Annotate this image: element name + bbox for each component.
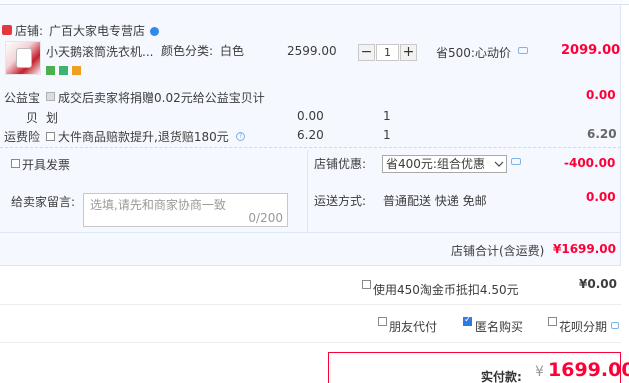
shipping-insurance-qty: 1 [383, 128, 391, 142]
shipping-insurance-subtotal: 6.20 [587, 127, 617, 141]
shipping-insurance-text: 大件商品赔款提升,退货赔180元 [58, 130, 229, 144]
discount-info-icon[interactable] [511, 158, 521, 165]
anonymous-checkbox[interactable] [463, 315, 472, 326]
product-thumbnail[interactable] [5, 41, 41, 75]
credit-card-icon [71, 66, 81, 75]
pay-currency: ¥ [535, 364, 544, 380]
shop-label: 店铺: [15, 24, 44, 38]
wangwang-icon[interactable] [150, 27, 159, 36]
payment-summary-box: 实付款: ¥ 1699.00 [328, 352, 629, 383]
friend-pay-label: 朋友代付 [389, 320, 438, 334]
item-subtotal: 2099.00 [561, 43, 621, 58]
divider [0, 232, 621, 233]
quantity-decrease-button[interactable]: − [358, 44, 375, 61]
product-badges [46, 64, 81, 78]
item-promo-label: 省500:心动价 [436, 46, 511, 60]
message-char-counter: 0/200 [248, 211, 283, 225]
unit-price: 2599.00 [287, 44, 337, 58]
charity-label: 公益宝 [4, 91, 41, 105]
charity-checkbox[interactable] [46, 92, 55, 101]
friend-pay-checkbox[interactable] [378, 317, 387, 326]
divider [0, 342, 621, 343]
shop-discount-label: 店铺优惠: [314, 157, 367, 171]
shop-total-label: 店铺合计(含运费) [451, 244, 545, 258]
divider [0, 265, 621, 266]
sku-value: 白色 [220, 44, 245, 58]
help-icon[interactable]: ? [236, 132, 245, 141]
shipping-insurance-checkbox[interactable] [46, 132, 55, 141]
seven-day-return-icon [46, 66, 55, 75]
charity-label-cont: 贝 [26, 111, 39, 125]
delivery-fee: 0.00 [586, 190, 616, 204]
huabei-label: 花呗分期 [559, 320, 608, 334]
guarantee-icon [58, 66, 68, 75]
column-divider [307, 150, 308, 232]
shop-name-link[interactable]: 广百大家电专营店 [49, 22, 145, 39]
anonymous-label: 匿名购买 [475, 320, 524, 334]
product-title-link[interactable]: 小天鹅滚筒洗衣机... [46, 43, 153, 60]
huabei-checkbox[interactable] [548, 317, 557, 326]
message-label: 给卖家留言: [11, 195, 76, 209]
shop-icon [2, 25, 12, 35]
pay-amount: 1699.00 [548, 359, 629, 381]
charity-qty: 1 [383, 109, 391, 123]
charity-text-cont: 划 [46, 111, 59, 125]
sku-label: 颜色分类: [161, 44, 214, 58]
pay-label: 实付款: [481, 370, 522, 383]
coins-label: 使用450淘金币抵扣4.50元 [373, 283, 519, 297]
invoice-label: 开具发票 [22, 158, 71, 172]
delivery-method: 普通配送 快递 免邮 [383, 194, 487, 208]
invoice-checkbox[interactable] [11, 159, 20, 168]
shipping-insurance-label: 运费险 [4, 130, 41, 144]
divider [0, 304, 621, 305]
shop-discount-select[interactable]: 省400元:组合优惠 [382, 155, 507, 173]
coins-amount: ¥0.00 [579, 277, 617, 291]
quantity-increase-button[interactable]: + [400, 44, 417, 61]
quantity-input[interactable]: 1 [376, 44, 399, 61]
delivery-label: 运送方式: [314, 194, 367, 208]
chevron-down-icon [494, 161, 504, 167]
charity-text: 成交后卖家将捐赠0.02元给公益宝贝计 [58, 91, 265, 105]
shipping-insurance-price: 6.20 [297, 128, 324, 142]
huabei-info-icon[interactable] [611, 322, 619, 329]
shop-discount-amount: -400.00 [564, 156, 616, 170]
shop-total-amount: ¥1699.00 [553, 242, 617, 256]
promo-info-icon[interactable] [518, 47, 528, 54]
charity-price: 0.00 [297, 109, 324, 123]
charity-amount: 0.00 [586, 88, 616, 102]
coins-checkbox[interactable] [362, 280, 371, 289]
message-placeholder: 选填,请先和商家协商一致 [90, 198, 226, 212]
shop-discount-selected: 省400元:组合优惠 [386, 157, 485, 171]
seller-message-input[interactable]: 选填,请先和商家协商一致 0/200 [83, 193, 288, 227]
